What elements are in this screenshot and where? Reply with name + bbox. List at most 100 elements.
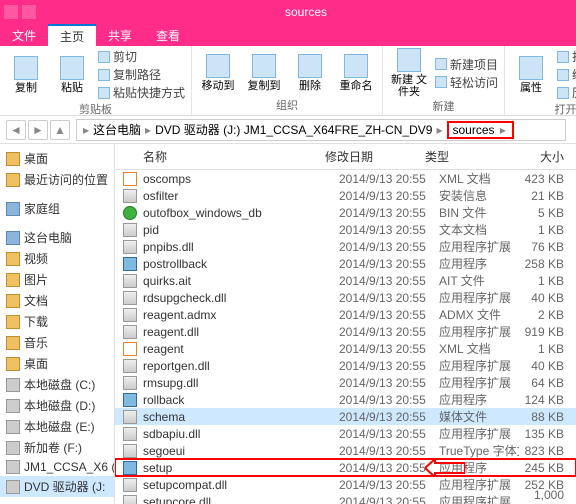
back-button[interactable]: ◄	[6, 120, 26, 140]
nav-desktop[interactable]: 桌面	[0, 148, 114, 169]
file-size: 76 KB	[519, 240, 576, 254]
group-label: 剪贴板	[6, 101, 185, 117]
drive-icon	[6, 441, 20, 455]
nav-desktop2[interactable]: 桌面	[0, 353, 114, 374]
shortcut-button[interactable]: 粘贴快捷方式	[98, 84, 185, 101]
pc-icon	[6, 231, 20, 245]
file-name: schema	[143, 410, 339, 424]
breadcrumb-seg-current[interactable]: sources ▸	[447, 121, 514, 139]
file-row[interactable]: reagent.admx2014/9/13 20:55ADMX 文件2 KB	[115, 306, 576, 323]
nav-drive-c[interactable]: 本地磁盘 (C:)	[0, 374, 114, 395]
copypath-button[interactable]: 复制路径	[98, 66, 185, 83]
main-area: 桌面 最近访问的位置 家庭组 这台电脑 视频 图片 文档 下载 音乐 桌面 本地…	[0, 144, 576, 504]
cut-icon	[98, 51, 110, 63]
file-name: sdbapiu.dll	[143, 427, 339, 441]
edit-button[interactable]: 编辑	[557, 66, 576, 83]
drive-icon	[6, 460, 20, 474]
nav-homegroup[interactable]: 家庭组	[0, 198, 114, 219]
copypath-icon	[98, 69, 110, 81]
file-row[interactable]: oscomps2014/9/13 20:55XML 文档423 KB	[115, 170, 576, 187]
nav-music[interactable]: 音乐	[0, 332, 114, 353]
file-icon	[123, 172, 137, 186]
file-row[interactable]: reportgen.dll2014/9/13 20:55应用程序扩展40 KB	[115, 357, 576, 374]
delete-button[interactable]: 删除	[290, 48, 330, 97]
file-name: reportgen.dll	[143, 359, 339, 373]
file-date: 2014/9/13 20:55	[339, 410, 439, 424]
desktop-icon	[6, 357, 20, 371]
tab-home[interactable]: 主页	[48, 24, 96, 46]
file-row[interactable]: segoeui2014/9/13 20:55TrueType 字体文件823 K…	[115, 442, 576, 459]
breadcrumb-seg[interactable]: DVD 驱动器 (J:) JM1_CCSA_X64FRE_ZH-CN_DV9	[155, 121, 432, 138]
file-date: 2014/9/13 20:55	[339, 325, 439, 339]
forward-button[interactable]: ►	[28, 120, 48, 140]
up-button[interactable]: ▲	[50, 120, 70, 140]
tab-file[interactable]: 文件	[0, 24, 48, 46]
file-row[interactable]: pnpibs.dll2014/9/13 20:55应用程序扩展76 KB	[115, 238, 576, 255]
file-row[interactable]: outofbox_windows_db2014/9/13 20:55BIN 文件…	[115, 204, 576, 221]
easyaccess-button[interactable]: 轻松访问	[435, 74, 498, 91]
file-date: 2014/9/13 20:55	[339, 427, 439, 441]
moveto-button[interactable]: 移动到	[198, 48, 238, 97]
nav-video[interactable]: 视频	[0, 248, 114, 269]
file-row[interactable]: setupcompat.dll2014/9/13 20:55应用程序扩展252 …	[115, 476, 576, 493]
nav-pane[interactable]: 桌面 最近访问的位置 家庭组 这台电脑 视频 图片 文档 下载 音乐 桌面 本地…	[0, 144, 115, 504]
clipboard-small: 剪切 复制路径 粘贴快捷方式	[98, 48, 185, 101]
col-type[interactable]: 类型	[425, 148, 505, 165]
nav-drive-j[interactable]: JM1_CCSA_X6 (	[0, 458, 114, 476]
col-size[interactable]: 大小	[505, 148, 576, 165]
file-row[interactable]: rdsupgcheck.dll2014/9/13 20:55应用程序扩展40 K…	[115, 289, 576, 306]
nav-documents[interactable]: 文档	[0, 290, 114, 311]
nav-drive-d[interactable]: 本地磁盘 (D:)	[0, 395, 114, 416]
nav-downloads[interactable]: 下载	[0, 311, 114, 332]
file-name: reagent.admx	[143, 308, 339, 322]
nav-drive-f[interactable]: 新加卷 (F:)	[0, 437, 114, 458]
open-button[interactable]: 打开	[557, 48, 576, 65]
tab-share[interactable]: 共享	[96, 24, 144, 46]
file-type: XML 文档	[439, 340, 519, 357]
breadcrumb-seg[interactable]: 这台电脑	[93, 121, 141, 138]
file-icon	[123, 189, 137, 203]
col-date[interactable]: 修改日期	[325, 148, 425, 165]
nav-thispc[interactable]: 这台电脑	[0, 227, 114, 248]
rename-button[interactable]: 重命名	[336, 48, 376, 97]
column-headers[interactable]: 名称 修改日期 类型 大小	[115, 144, 576, 170]
shortcut-icon	[98, 87, 110, 99]
newfolder-button[interactable]: 新建 文件夹	[389, 48, 429, 98]
address-bar[interactable]: ▸ 这台电脑 ▸ DVD 驱动器 (J:) JM1_CCSA_X64FRE_ZH…	[76, 119, 566, 141]
file-row[interactable]: sdbapiu.dll2014/9/13 20:55应用程序扩展135 KB	[115, 425, 576, 442]
easyaccess-icon	[435, 76, 447, 88]
newitem-button[interactable]: 新建项目	[435, 56, 498, 73]
file-type: 应用程序扩展	[439, 374, 519, 391]
nav-dvd[interactable]: DVD 驱动器 (J:	[0, 476, 114, 497]
col-name[interactable]: 名称	[115, 148, 325, 165]
breadcrumb-bar: ◄ ► ▲ ▸ 这台电脑 ▸ DVD 驱动器 (J:) JM1_CCSA_X64…	[0, 116, 576, 144]
file-row[interactable]: rmsupg.dll2014/9/13 20:55应用程序扩展64 KB	[115, 374, 576, 391]
file-icon	[123, 393, 137, 407]
nav-pictures[interactable]: 图片	[0, 269, 114, 290]
nav-recent[interactable]: 最近访问的位置	[0, 169, 114, 190]
copy-button[interactable]: 复制	[6, 48, 46, 101]
file-row[interactable]: pid2014/9/13 20:55文本文档1 KB	[115, 221, 576, 238]
file-row[interactable]: schema2014/9/13 20:55媒体文件88 KB	[115, 408, 576, 425]
paste-button[interactable]: 粘贴	[52, 48, 92, 101]
file-row[interactable]: rollback2014/9/13 20:55应用程序124 KB	[115, 391, 576, 408]
file-type: TrueType 字体文件	[439, 442, 519, 459]
open-icon	[557, 51, 569, 63]
history-button[interactable]: 历史记录	[557, 84, 576, 101]
file-type: 应用程序扩展	[439, 289, 519, 306]
file-name: rollback	[143, 393, 339, 407]
file-row[interactable]: reagent2014/9/13 20:55XML 文档1 KB	[115, 340, 576, 357]
cut-button[interactable]: 剪切	[98, 48, 185, 65]
file-type: AIT 文件	[439, 272, 519, 289]
file-row[interactable]: quirks.ait2014/9/13 20:55AIT 文件1 KB	[115, 272, 576, 289]
file-size: 1 KB	[519, 342, 576, 356]
file-row[interactable]: postrollback2014/9/13 20:55应用程序258 KB	[115, 255, 576, 272]
file-row[interactable]: osfilter2014/9/13 20:55安装信息21 KB	[115, 187, 576, 204]
file-row[interactable]: reagent.dll2014/9/13 20:55应用程序扩展919 KB	[115, 323, 576, 340]
copyto-button[interactable]: 复制到	[244, 48, 284, 97]
file-row[interactable]: setup2014/9/13 20:55应用程序245 KB	[115, 459, 576, 476]
nav-drive-e[interactable]: 本地磁盘 (E:)	[0, 416, 114, 437]
tab-view[interactable]: 查看	[144, 24, 192, 46]
file-row[interactable]: setupcore.dll2014/9/13 20:55应用程序扩展1,000 …	[115, 493, 576, 504]
properties-button[interactable]: 属性	[511, 48, 551, 101]
